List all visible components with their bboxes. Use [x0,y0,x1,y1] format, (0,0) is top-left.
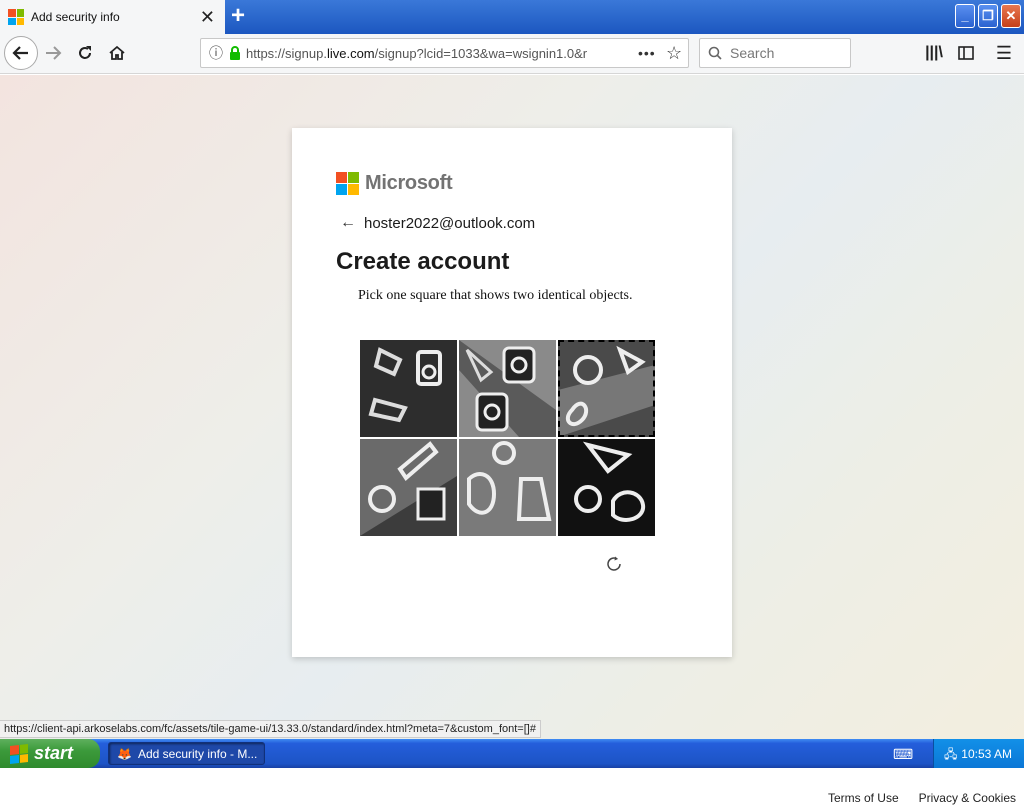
privacy-cookies-link[interactable]: Privacy & Cookies [919,791,1016,805]
microsoft-logo-icon [336,172,359,195]
account-email-row[interactable]: ← hoster2022@outlook.com [340,214,535,232]
status-bar-url: https://client-api.arkoselabs.com/fc/ass… [0,720,541,738]
forward-button[interactable] [38,38,68,68]
start-label: start [34,743,74,763]
captcha-instruction: Pick one square that shows two identical… [358,288,633,303]
windows-flag-icon [10,743,28,764]
home-icon [109,45,125,60]
terms-of-use-link[interactable]: Terms of Use [828,791,899,805]
new-tab-button[interactable]: + [231,2,245,30]
forward-arrow-icon [46,46,62,60]
captcha-tile-6[interactable] [558,439,655,536]
back-arrow-icon [12,46,28,60]
captcha-tile-1[interactable] [360,340,457,437]
page-content: Microsoft ← hoster2022@outlook.com Creat… [0,75,1024,805]
tab-title: Add security info [31,10,120,24]
browser-tab[interactable]: Add security info ✕ [0,0,225,34]
home-button[interactable] [102,38,132,68]
navigation-toolbar: ⓘ https://signup.live.com/signup?lcid=10… [0,34,1024,74]
taskbar-item-browser[interactable]: 🦊 Add security info - M... [108,742,265,765]
search-input[interactable]: Search [699,38,851,68]
search-placeholder: Search [730,45,775,61]
loading-spinner-icon [607,556,621,571]
title-bar: Add security info ✕ + _ ❐ ✕ [0,0,1024,34]
close-window-button[interactable]: ✕ [1001,4,1021,28]
captcha-tile-2[interactable] [459,340,556,437]
system-tray: 🖧 10:53 AM [933,739,1024,768]
url-text: https://signup.live.com/signup?lcid=1033… [246,45,588,61]
account-email: hoster2022@outlook.com [364,214,536,232]
minimize-button[interactable]: _ [955,4,975,28]
microsoft-favicon-icon [8,9,24,25]
captcha-tile-5[interactable] [459,439,556,536]
restore-button[interactable]: ❐ [978,4,998,28]
microsoft-logo: Microsoft [336,172,453,195]
info-icon[interactable]: ⓘ [209,43,223,63]
firefox-icon: 🦊 [117,746,132,761]
start-button[interactable]: start [0,739,100,768]
page-title: Create account [336,248,510,275]
signup-card: Microsoft ← hoster2022@outlook.com Creat… [292,128,732,657]
taskbar: start 🦊 Add security info - M... ⌨ 🖧 10:… [0,739,1024,768]
page-footer: Terms of Use Privacy & Cookies [828,791,1016,805]
reload-icon [79,46,91,59]
captcha-tile-4[interactable] [360,439,457,536]
brand-name: Microsoft [365,172,453,194]
library-icon[interactable]: |||\ [919,38,949,68]
keyboard-icon[interactable]: ⌨ [893,746,913,763]
clock[interactable]: 10:53 AM [961,747,1012,761]
hamburger-menu-icon[interactable]: ☰ [989,38,1019,68]
reload-button[interactable] [70,38,100,68]
close-tab-icon[interactable]: ✕ [200,7,215,28]
address-bar[interactable]: ⓘ https://signup.live.com/signup?lcid=10… [200,38,689,68]
taskbar-item-label: Add security info - M... [137,746,258,761]
lock-icon [230,46,240,60]
network-icon[interactable]: 🖧 [944,745,957,766]
back-arrow-icon[interactable]: ← [340,214,356,232]
bookmark-star-icon[interactable]: ☆ [666,43,682,64]
captcha-tile-3-selected[interactable] [558,340,655,437]
back-button[interactable] [4,36,38,70]
page-actions-menu-icon[interactable]: ••• [638,45,656,61]
search-icon [708,46,722,60]
sidebar-toggle-icon[interactable] [951,38,981,68]
captcha-tile-grid [360,340,656,536]
